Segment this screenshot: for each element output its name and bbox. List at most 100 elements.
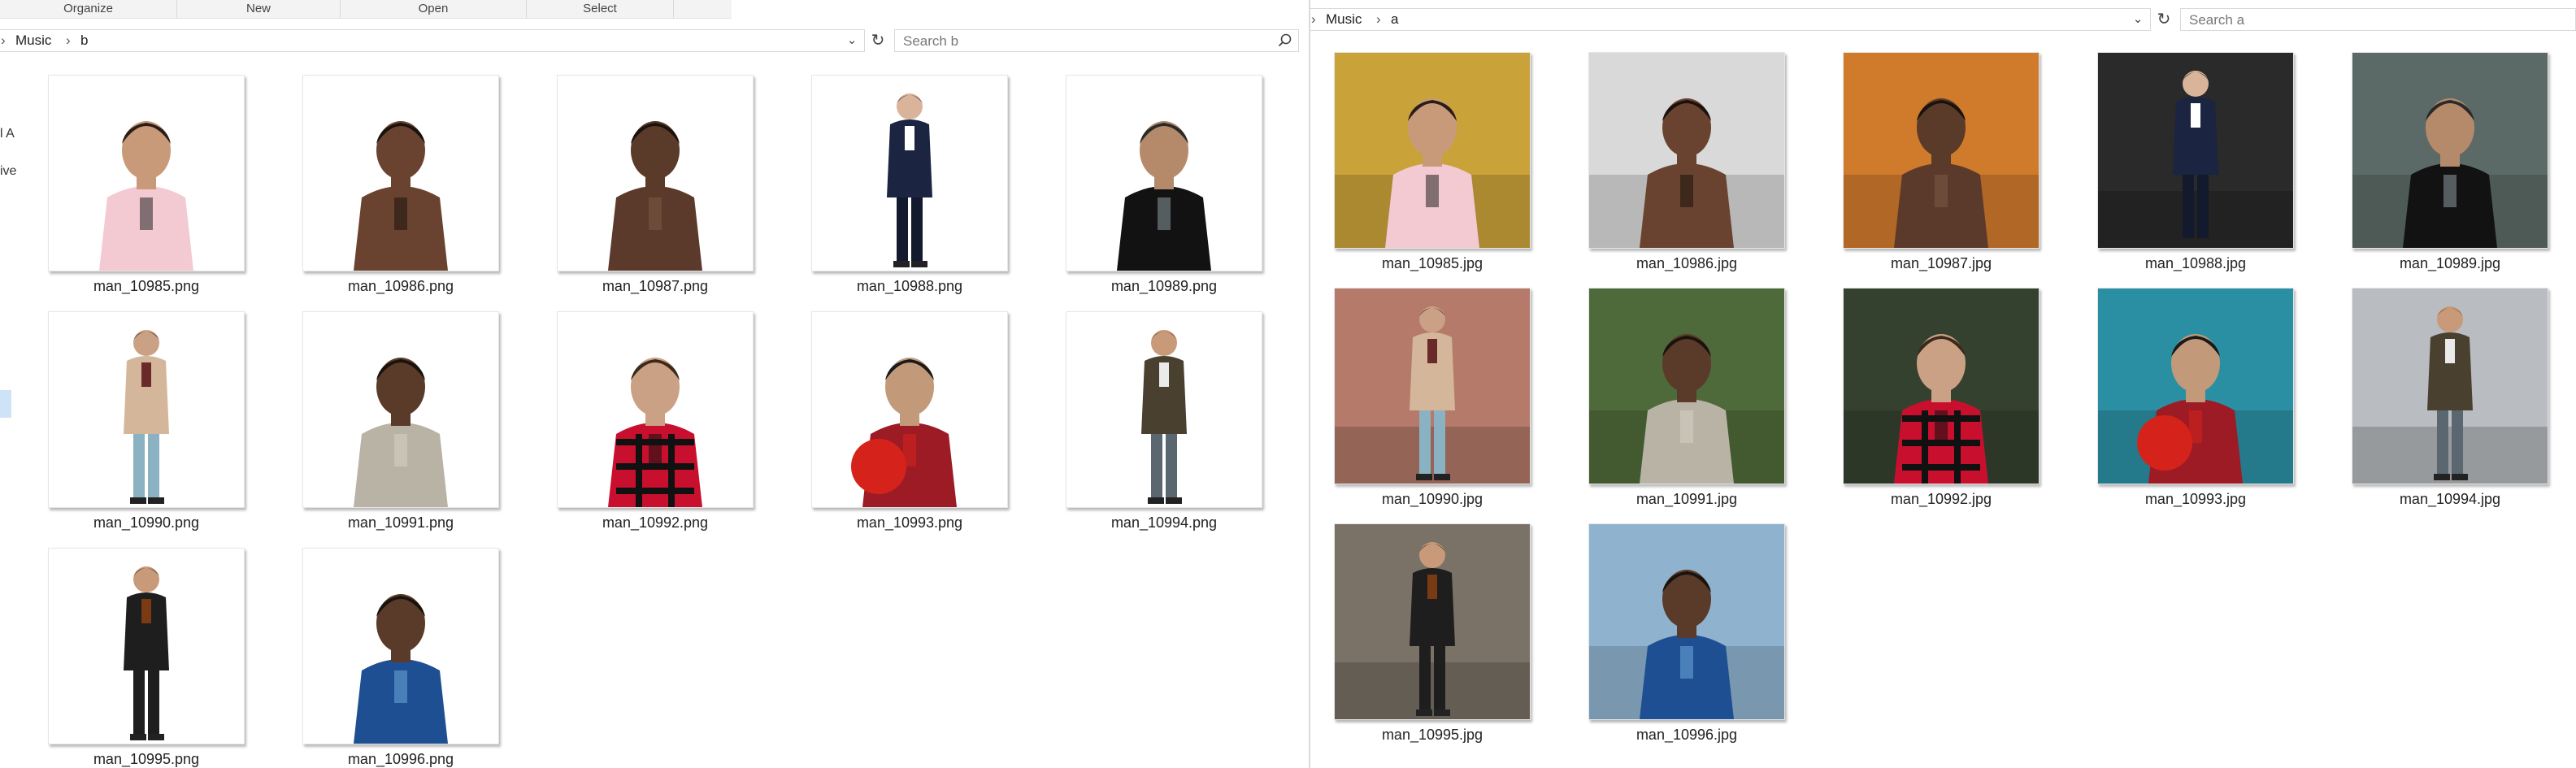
file-name-label[interactable]: man_10989.jpg [2328, 255, 2572, 272]
file-name-label[interactable]: man_10988.png [788, 278, 1032, 295]
file-name-label[interactable]: man_10990.png [24, 514, 268, 532]
file-item[interactable]: man_10987.jpg [1819, 52, 2063, 284]
file-thumbnail[interactable] [48, 311, 245, 508]
file-name-label[interactable]: man_10995.jpg [1310, 727, 1554, 744]
file-thumbnail[interactable] [2097, 288, 2294, 484]
file-name-label[interactable]: man_10986.png [279, 278, 523, 295]
file-name-label[interactable]: man_10989.png [1042, 278, 1286, 295]
search-box[interactable] [2180, 8, 2576, 31]
file-item[interactable]: man_10995.png [24, 548, 268, 768]
file-item[interactable]: man_10986.png [279, 75, 523, 307]
file-item[interactable]: man_10993.png [788, 311, 1032, 544]
file-item[interactable]: man_10990.jpg [1310, 288, 1554, 520]
file-name-label[interactable]: man_10990.jpg [1310, 491, 1554, 508]
file-item[interactable]: man_10996.png [279, 548, 523, 768]
search-input[interactable] [901, 32, 1227, 51]
ribbon-organize[interactable]: Organize [0, 0, 177, 18]
file-thumbnail[interactable] [811, 311, 1008, 508]
file-item[interactable]: man_10996.jpg [1565, 523, 1809, 756]
chevron-down-icon[interactable]: ⌄ [2129, 9, 2147, 30]
file-name-label[interactable]: man_10988.jpg [2074, 255, 2318, 272]
file-item[interactable]: man_10987.png [533, 75, 777, 307]
file-item[interactable]: man_10993.jpg [2074, 288, 2318, 520]
refresh-icon[interactable]: ↻ [867, 29, 889, 52]
file-name-label[interactable]: man_10985.png [24, 278, 268, 295]
file-item[interactable]: man_10992.jpg [1819, 288, 2063, 520]
file-item[interactable]: man_10991.png [279, 311, 523, 544]
file-item[interactable]: man_10988.jpg [2074, 52, 2318, 284]
file-name-label[interactable]: man_10994.jpg [2328, 491, 2572, 508]
file-name-label[interactable]: man_10995.png [24, 751, 268, 768]
search-icon[interactable] [1277, 33, 1293, 49]
file-thumbnail[interactable] [811, 75, 1008, 271]
file-name-label[interactable]: man_10985.jpg [1310, 255, 1554, 272]
file-name-label[interactable]: man_10991.jpg [1565, 491, 1809, 508]
file-thumbnail[interactable] [2352, 52, 2548, 249]
file-thumbnail[interactable] [2352, 288, 2548, 484]
breadcrumb-current-folder[interactable]: a [1391, 9, 1398, 30]
chevron-down-icon[interactable]: ⌄ [843, 30, 861, 51]
file-thumbnail[interactable] [1588, 52, 1785, 249]
file-item[interactable]: man_10989.jpg [2328, 52, 2572, 284]
chevron-right-icon: › [1376, 11, 1381, 27]
file-name-label[interactable]: man_10987.jpg [1819, 255, 2063, 272]
nav-item-fragment[interactable]: ive [0, 164, 16, 179]
file-thumbnail[interactable] [302, 311, 499, 508]
breadcrumb-music[interactable]: Music [1326, 9, 1362, 30]
address-bar[interactable]: › Music › b ⌄ [0, 29, 865, 52]
file-item[interactable]: man_10990.png [24, 311, 268, 544]
thumbnail-image [303, 549, 498, 744]
file-name-label[interactable]: man_10992.jpg [1819, 491, 2063, 508]
file-thumbnail[interactable] [557, 75, 754, 271]
search-input[interactable] [2187, 11, 2506, 30]
file-thumbnail[interactable] [1843, 288, 2040, 484]
address-bar[interactable]: › Music › a ⌄ [1310, 8, 2151, 31]
file-thumbnail[interactable] [1334, 52, 1531, 249]
file-name-label[interactable]: man_10994.png [1042, 514, 1286, 532]
address-bar-row: › Music › a ⌄ ↻ [1310, 5, 2576, 34]
file-thumbnail[interactable] [1066, 311, 1262, 508]
file-name-label[interactable]: man_10993.png [788, 514, 1032, 532]
breadcrumb-music[interactable]: Music [15, 30, 51, 51]
file-item[interactable]: man_10991.jpg [1565, 288, 1809, 520]
file-thumbnail[interactable] [1588, 288, 1785, 484]
file-item[interactable]: man_10986.jpg [1565, 52, 1809, 284]
file-item[interactable]: man_10995.jpg [1310, 523, 1554, 756]
ribbon-open[interactable]: Open [341, 0, 527, 18]
file-thumbnail[interactable] [302, 75, 499, 271]
ribbon-new[interactable]: New [177, 0, 341, 18]
file-thumbnail[interactable] [1588, 523, 1785, 720]
file-name-label[interactable]: man_10986.jpg [1565, 255, 1809, 272]
refresh-icon[interactable]: ↻ [2152, 8, 2175, 31]
file-name-label[interactable]: man_10992.png [533, 514, 777, 532]
search-box[interactable] [894, 29, 1299, 52]
file-thumbnail[interactable] [2097, 52, 2294, 249]
file-thumbnail[interactable] [48, 75, 245, 271]
file-thumbnail[interactable] [1066, 75, 1262, 271]
file-name-label[interactable]: man_10991.png [279, 514, 523, 532]
file-thumbnail[interactable] [48, 548, 245, 744]
file-thumbnail[interactable] [1334, 288, 1531, 484]
file-item[interactable]: man_10988.png [788, 75, 1032, 307]
file-item[interactable]: man_10985.png [24, 75, 268, 307]
file-item[interactable]: man_10992.png [533, 311, 777, 544]
nav-item-fragment[interactable]: l A [0, 127, 15, 141]
breadcrumb-current-folder[interactable]: b [80, 30, 88, 51]
explorer-window-a: › Music › a ⌄ ↻ man_10985.jpg man_10986.j… [1310, 0, 2576, 768]
file-name-label[interactable]: man_10996.png [279, 751, 523, 768]
file-item[interactable]: man_10985.jpg [1310, 52, 1554, 284]
file-name-label[interactable]: man_10993.jpg [2074, 491, 2318, 508]
file-thumbnail[interactable] [557, 311, 754, 508]
file-thumbnail[interactable] [1334, 523, 1531, 720]
file-item[interactable]: man_10989.png [1042, 75, 1286, 307]
thumbnail-image [2098, 53, 2293, 248]
file-item[interactable]: man_10994.png [1042, 311, 1286, 544]
file-item[interactable]: man_10994.jpg [2328, 288, 2572, 520]
file-name-label[interactable]: man_10987.png [533, 278, 777, 295]
ribbon-select[interactable]: Select [527, 0, 674, 18]
file-name-label[interactable]: man_10996.jpg [1565, 727, 1809, 744]
file-thumbnail[interactable] [1843, 52, 2040, 249]
nav-selection-marker[interactable] [0, 390, 11, 418]
file-thumbnail[interactable] [302, 548, 499, 744]
thumbnail-image [49, 76, 244, 271]
